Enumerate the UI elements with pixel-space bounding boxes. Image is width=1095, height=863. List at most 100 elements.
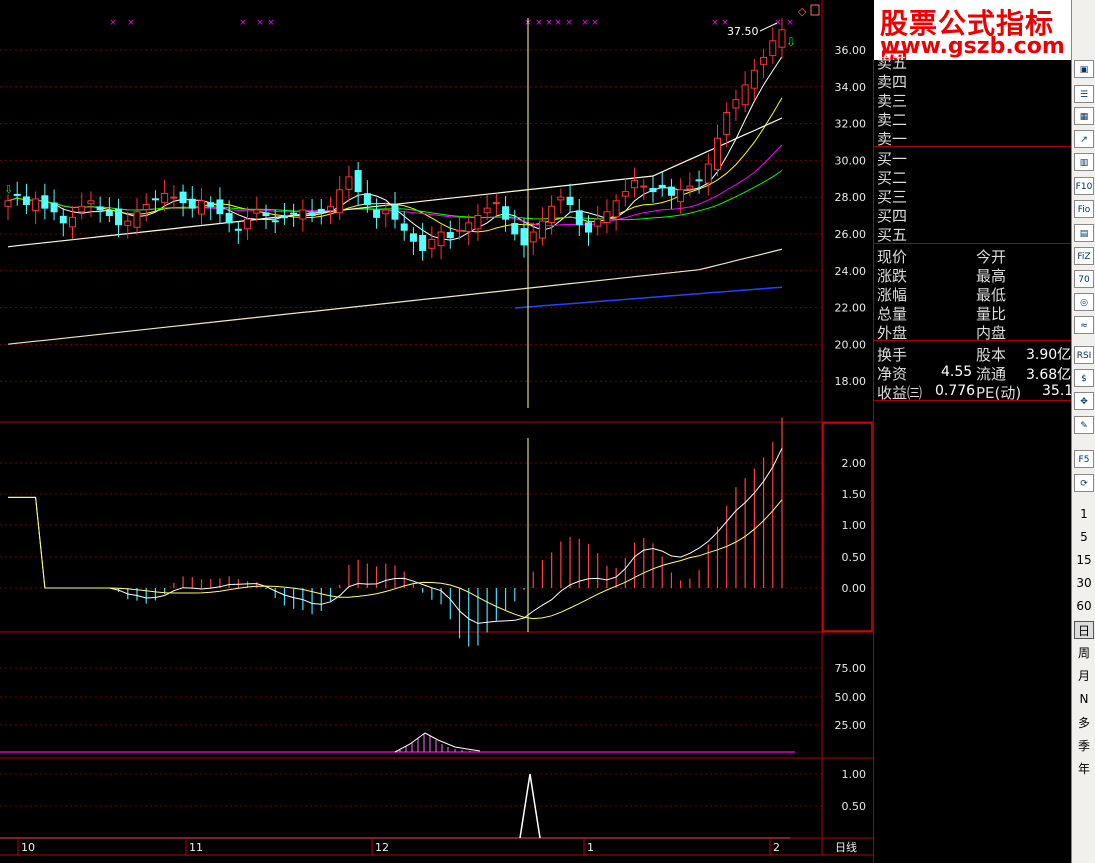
candle-body	[391, 204, 399, 220]
value-liutong: 3.68亿	[1026, 367, 1072, 383]
report-icon[interactable]: ▤	[1074, 224, 1094, 242]
candle-body	[548, 205, 556, 223]
period-button-2[interactable]: 15	[1074, 551, 1094, 569]
quote-label: 量比	[976, 305, 1007, 323]
candle-body	[363, 193, 371, 205]
candle-body	[419, 235, 427, 251]
candle-body	[207, 202, 215, 207]
period-button-8[interactable]: N	[1074, 690, 1094, 708]
candle-body	[299, 209, 307, 220]
f5-icon[interactable]: F5	[1074, 450, 1094, 468]
candle-body	[336, 189, 344, 214]
candle-body	[198, 200, 205, 215]
price-tick-label: 30.00	[835, 154, 867, 167]
ind2-tick-label: 25.00	[835, 719, 867, 732]
price-tick-label: 28.00	[835, 191, 867, 204]
candle-body	[373, 209, 381, 218]
high-price-label: 37.50	[727, 25, 759, 38]
candle-body	[105, 210, 113, 216]
candle-body	[179, 191, 187, 204]
candle-icon[interactable]: ▥	[1074, 153, 1094, 171]
buy-level-label: 买四	[877, 207, 908, 225]
candle-body	[566, 196, 574, 205]
sell-level-label: 卖二	[877, 111, 908, 129]
period-button-0[interactable]: 1	[1074, 505, 1094, 523]
left-arrow-icon: ⇩	[4, 183, 13, 196]
rsi-icon[interactable]: RSI	[1074, 346, 1094, 364]
candle-body	[69, 216, 76, 228]
signal-mark: ×	[774, 18, 782, 28]
candle-body	[78, 205, 86, 213]
news-icon[interactable]: ☰	[1074, 85, 1094, 103]
x-tick-label: 2	[773, 841, 780, 854]
refresh-icon[interactable]: ⟳	[1074, 474, 1094, 492]
signal-mark: ×	[127, 18, 135, 28]
candle-body	[400, 223, 408, 231]
candle-body	[4, 200, 12, 207]
move-icon[interactable]: ✥	[1074, 392, 1094, 410]
price-tick-label: 24.00	[835, 265, 867, 278]
signal-mark: ×	[109, 18, 117, 28]
candle-body	[280, 216, 288, 219]
buy-arrow-icon: ⇩	[786, 35, 796, 49]
period-button-5[interactable]: 日	[1074, 621, 1094, 639]
period-button-10[interactable]: 季	[1074, 737, 1094, 755]
candle-body	[594, 218, 602, 227]
period-button-7[interactable]: 月	[1074, 667, 1094, 685]
quote-panel: 卖五 卖四 卖三 卖二 卖一 买一 买二 买三 买四 买五 现价 涨跌 涨幅 总量 外盘 今开 最高 最低 量比内…	[873, 54, 1074, 863]
ind2-tick-label: 50.00	[835, 691, 867, 704]
line-chart-icon[interactable]: ↗	[1074, 130, 1094, 148]
pen-icon[interactable]: ✎	[1074, 416, 1094, 434]
price-tick-label: 18.00	[835, 375, 867, 388]
fiz-icon[interactable]: FiZ	[1074, 247, 1094, 265]
quote-label: 最低	[976, 286, 1007, 304]
table-icon[interactable]: ▦	[1074, 107, 1094, 125]
x-tick-label: 12	[375, 841, 389, 854]
macd-tick-label: 0.00	[842, 582, 867, 595]
price-tick-label: 34.00	[835, 81, 867, 94]
candle-body	[714, 137, 721, 171]
candle-body	[603, 211, 611, 224]
quote-icon[interactable]: ▣	[1074, 60, 1094, 78]
candle-body	[492, 202, 500, 205]
circle-icon[interactable]: ◎	[1074, 293, 1094, 311]
quote-label: 最高	[976, 267, 1007, 285]
signal-mark: ×	[591, 18, 599, 28]
period-button-1[interactable]: 5	[1074, 528, 1094, 546]
dollar-icon[interactable]: $	[1074, 369, 1094, 387]
candle-body	[32, 198, 40, 211]
period-button-3[interactable]: 30	[1074, 574, 1094, 592]
candle-body	[290, 212, 298, 215]
quote-label: 涨幅	[877, 286, 908, 304]
label-guben: 股本	[976, 346, 1007, 364]
candle-body	[216, 199, 224, 215]
candle-body	[13, 193, 21, 196]
candle-body	[667, 186, 675, 196]
wave-icon[interactable]: ≈	[1074, 316, 1094, 334]
f10-icon[interactable]: F10	[1074, 177, 1094, 195]
price-tick-label: 26.00	[835, 228, 867, 241]
period-button-4[interactable]: 60	[1074, 597, 1094, 615]
period-button-11[interactable]: 年	[1074, 760, 1094, 778]
site-logo: 股票公式指标网 www.gszb.com	[874, 0, 1072, 80]
value-pe: 35.1	[1042, 383, 1074, 399]
period-button-6[interactable]: 周	[1074, 644, 1094, 662]
candle-body	[704, 163, 712, 184]
fio-icon[interactable]: Fio	[1074, 200, 1094, 218]
logo-url: www.gszb.com	[880, 34, 1065, 59]
chart-area[interactable]: 36.0034.0032.0030.0028.0026.0024.0022.00…	[0, 0, 873, 863]
quote-label: 外盘	[877, 324, 908, 342]
signal-mark: ×	[256, 18, 264, 28]
buy-level-label: 买一	[877, 150, 908, 168]
signal-mark: ×	[239, 18, 247, 28]
period-button-9[interactable]: 多	[1074, 714, 1094, 732]
buy-level-label: 买三	[877, 188, 908, 206]
candle-body	[538, 220, 546, 239]
candle-body	[446, 232, 454, 239]
macd-tick-label: 1.50	[842, 488, 867, 501]
candle-body	[529, 231, 537, 243]
candle-body	[188, 198, 196, 209]
sell-level-label: 卖三	[877, 92, 908, 110]
candle-body	[557, 196, 565, 201]
f70-icon[interactable]: 70	[1074, 270, 1094, 288]
